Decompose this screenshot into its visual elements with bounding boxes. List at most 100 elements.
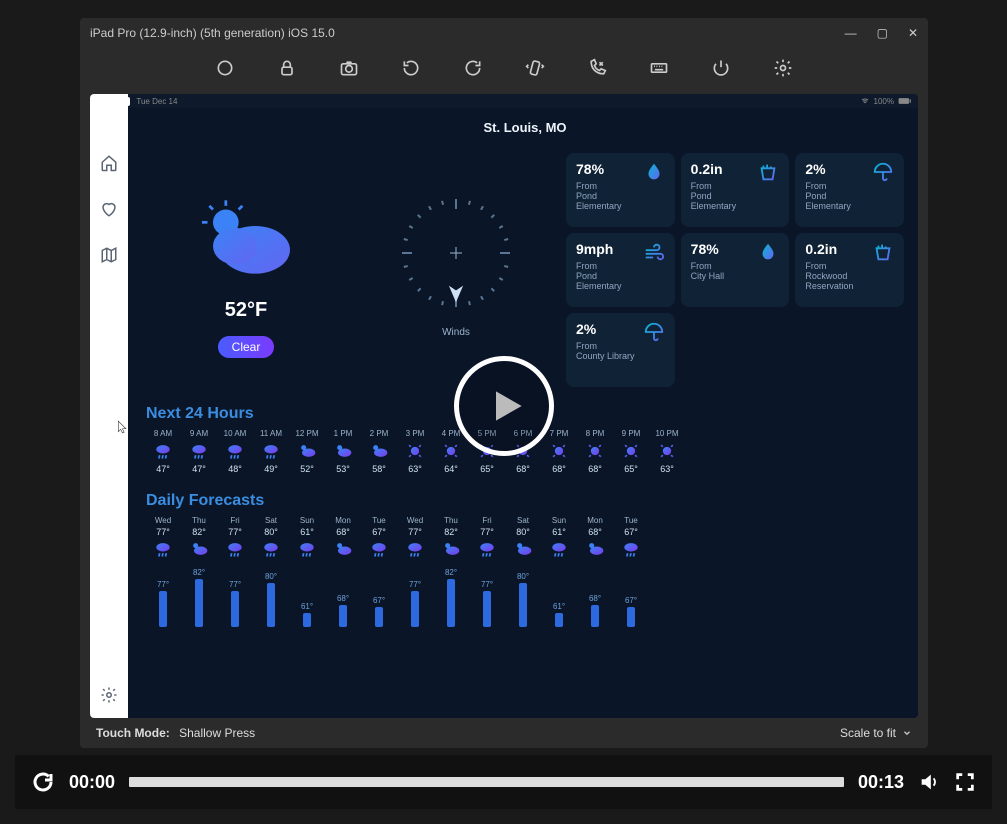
hour-label: 4 PM <box>442 429 461 438</box>
daily-bar: 80° <box>254 572 288 627</box>
daily-cell: Thu 82° <box>434 516 468 559</box>
weather-icon <box>585 441 605 461</box>
settings-icon[interactable] <box>773 58 793 78</box>
bar-fill <box>591 605 599 627</box>
card-location2: Elementary <box>576 281 665 291</box>
day-label: Fri <box>230 516 239 525</box>
metric-card[interactable]: 2% From County Library <box>566 313 675 387</box>
call-icon[interactable] <box>587 58 607 78</box>
daily-bar: 61° <box>542 602 576 627</box>
weather-icon <box>261 539 281 559</box>
sidebar-map-icon[interactable] <box>100 246 118 264</box>
bar-label: 67° <box>625 596 637 605</box>
day-label: Sun <box>552 516 566 525</box>
hourly-cell: 12 PM 52° <box>290 429 324 474</box>
rotate-right-icon[interactable] <box>463 58 483 78</box>
window-close-button[interactable]: ✕ <box>908 26 918 40</box>
video-player-bar: 00:00 00:13 <box>15 755 992 809</box>
hour-label: 2 PM <box>370 429 389 438</box>
camera-icon[interactable] <box>339 58 359 78</box>
touchmode-value: Shallow Press <box>179 726 255 740</box>
weather-icon <box>405 441 425 461</box>
daily-title: Daily Forecasts <box>146 492 904 510</box>
day-high: 77° <box>408 527 422 537</box>
daily-cell: Mon 68° <box>578 516 612 559</box>
weather-icon <box>333 441 353 461</box>
home-circle-icon[interactable] <box>215 58 235 78</box>
daily-bar: 67° <box>362 596 396 627</box>
daily-cell: Tue 67° <box>362 516 396 559</box>
day-label: Tue <box>372 516 386 525</box>
metric-card[interactable]: 0.2in From Rockwood Reservation <box>795 233 904 307</box>
daily-cell: Fri 77° <box>470 516 504 559</box>
weather-icon <box>621 539 641 559</box>
card-location2: Elementary <box>576 201 665 211</box>
weather-icon <box>153 441 173 461</box>
card-location: Pond <box>576 271 665 281</box>
daily-bars: 77° 82° 77° 80° 61° 68° 67° 77° 82° 77° … <box>146 567 904 627</box>
day-label: Wed <box>407 516 423 525</box>
hourly-cell: 10 PM 63° <box>650 429 684 474</box>
card-location: Pond <box>805 191 894 201</box>
daily-cell: Sun 61° <box>290 516 324 559</box>
chevron-down-icon <box>902 728 912 738</box>
day-high: 82° <box>444 527 458 537</box>
scale-dropdown[interactable]: Scale to fit <box>840 726 912 740</box>
card-location: City Hall <box>691 271 780 281</box>
card-location: Pond <box>691 191 780 201</box>
day-label: Thu <box>444 516 458 525</box>
condition-chip: Clear <box>218 336 275 358</box>
compass-label: Winds <box>442 327 470 338</box>
day-label: Sun <box>300 516 314 525</box>
day-high: 61° <box>552 527 566 537</box>
metric-card[interactable]: 78% From City Hall <box>681 233 790 307</box>
hour-temp: 47° <box>192 464 206 474</box>
hour-temp: 65° <box>624 464 638 474</box>
volume-icon[interactable] <box>918 771 940 793</box>
metric-card[interactable]: 9mph From Pond Elementary <box>566 233 675 307</box>
current-temp: 52°F <box>225 299 267 322</box>
metric-card[interactable]: 2% From Pond Elementary <box>795 153 904 227</box>
weather-icon <box>585 539 605 559</box>
hour-temp: 64° <box>444 464 458 474</box>
sidebar-home-icon[interactable] <box>100 154 118 172</box>
hour-label: 3 PM <box>406 429 425 438</box>
shake-icon[interactable] <box>525 58 545 78</box>
bar-fill <box>267 583 275 627</box>
keyboard-icon[interactable] <box>649 58 669 78</box>
sidebar-favorites-icon[interactable] <box>100 200 118 218</box>
metric-card[interactable]: 0.2in From Pond Elementary <box>681 153 790 227</box>
hourly-cell: 9 AM 47° <box>182 429 216 474</box>
reload-icon[interactable] <box>31 770 55 794</box>
window-minimize-button[interactable]: — <box>845 26 857 40</box>
day-label: Sat <box>265 516 277 525</box>
hourly-cell: 1 PM 53° <box>326 429 360 474</box>
bar-fill <box>411 591 419 627</box>
window-maximize-button[interactable]: ▢ <box>877 26 888 40</box>
rotate-left-icon[interactable] <box>401 58 421 78</box>
video-progress-bar[interactable] <box>129 777 844 787</box>
daily-bar: 80° <box>506 572 540 627</box>
lock-icon[interactable] <box>277 58 297 78</box>
bucket-icon <box>757 161 779 183</box>
bar-label: 77° <box>229 580 241 589</box>
power-icon[interactable] <box>711 58 731 78</box>
play-button[interactable] <box>454 356 554 456</box>
weather-icon <box>189 441 209 461</box>
card-location2: Elementary <box>691 201 780 211</box>
weather-icon <box>189 539 209 559</box>
bar-fill <box>375 607 383 627</box>
daily-bar: 67° <box>614 596 648 627</box>
day-high: 80° <box>516 527 530 537</box>
bar-fill <box>447 579 455 627</box>
daily-bar: 77° <box>146 580 180 627</box>
hourly-cell: 8 AM 47° <box>146 429 180 474</box>
bar-label: 61° <box>301 602 313 611</box>
metric-card[interactable]: 78% From Pond Elementary <box>566 153 675 227</box>
device-viewport: 7:29 AM Tue Dec 14 100% <box>90 94 918 718</box>
hourly-cell: 7 PM 68° <box>542 429 576 474</box>
hourly-cell: 11 AM 49° <box>254 429 288 474</box>
daily-forecast[interactable]: Wed 77° Thu 82° Fri 77° Sat 80° Sun 61° … <box>146 516 904 559</box>
sidebar-settings-icon[interactable] <box>100 686 118 704</box>
fullscreen-icon[interactable] <box>954 771 976 793</box>
